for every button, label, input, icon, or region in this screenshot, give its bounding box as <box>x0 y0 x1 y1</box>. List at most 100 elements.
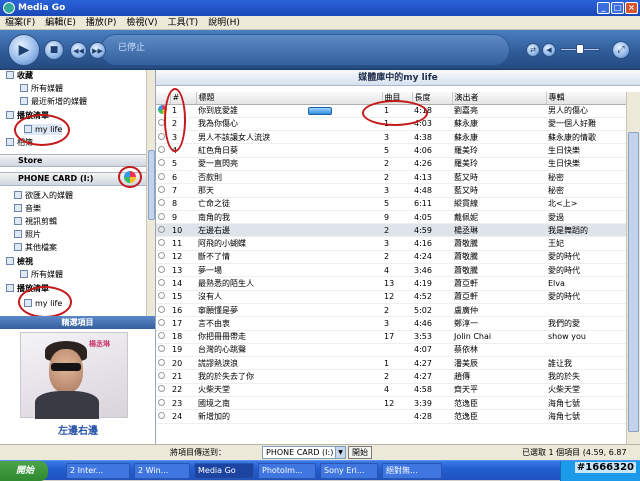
row-title: 夢一場 <box>196 263 382 278</box>
shuffle-button[interactable]: ⇄ <box>526 43 540 57</box>
fullscreen-button[interactable]: ⤢ <box>612 41 630 59</box>
tree-favorites[interactable]: 收藏 <box>6 70 33 81</box>
previous-button[interactable]: ◀◀ <box>70 42 87 59</box>
mute-button[interactable]: ◀ <box>542 43 556 57</box>
table-row[interactable]: 5 愛一直閃亮 2 4:26 羅美玲 生日快樂 <box>156 157 626 171</box>
table-row[interactable]: 9 南角的我 9 4:05 戴佩妮 愛過 <box>156 210 626 225</box>
table-row[interactable]: 21 我的於失去了你 2 4:27 趙傳 我的於失 <box>156 369 626 384</box>
menu-tools[interactable]: 工具(T) <box>163 16 204 30</box>
table-scroll-thumb[interactable] <box>628 132 639 432</box>
row-title: 我的於失去了你 <box>196 369 382 384</box>
menu-help[interactable]: 說明(H) <box>203 16 245 30</box>
annotation-circle-playlist <box>14 114 70 146</box>
table-row[interactable]: 3 男人不該讓女人流淚 3 4:38 蘇永康 蘇永康的情歌 <box>156 130 626 145</box>
close-button[interactable]: × <box>625 2 638 14</box>
tree-scroll-thumb[interactable] <box>148 150 155 220</box>
device-select[interactable]: PHONE CARD (I:) ▼ <box>262 446 346 459</box>
table-row[interactable]: 7 那天 3 4:48 藍又時 秘密 <box>156 183 626 198</box>
device-all-media[interactable]: 所有媒體 <box>20 269 63 280</box>
menu-play[interactable]: 播放(P) <box>81 16 121 30</box>
taskbar-item-4[interactable]: PhotoIm... <box>258 463 316 479</box>
row-track: 2 <box>382 170 412 185</box>
row-title: 寧願懂是夢 <box>196 303 382 318</box>
row-status-cell <box>156 396 170 411</box>
clock-icon <box>20 97 28 105</box>
row-status-cell <box>156 303 170 318</box>
taskbar-item-2[interactable]: 2 Win... <box>134 463 190 479</box>
table-row[interactable]: 11 阿飛的小蝴蝶 3 4:16 蕭敬騰 王妃 <box>156 236 626 251</box>
table-row[interactable]: 19 台灣的心跳聲 4:07 蔡依林 <box>156 343 626 358</box>
device-photos[interactable]: 照片 <box>14 229 41 240</box>
row-album: Elva <box>546 276 626 291</box>
status-circle-icon <box>158 212 165 220</box>
device-view[interactable]: 檢視 <box>6 256 33 267</box>
status-circle-icon <box>158 199 165 207</box>
row-length: 4:59 <box>412 223 452 238</box>
start-menu-button[interactable]: 開始 <box>0 461 48 481</box>
featured-album-title[interactable]: 左邊右邊 <box>0 422 156 437</box>
tree-all-media[interactable]: 所有媒體 <box>20 83 63 94</box>
album-cover[interactable]: 楊丞琳 <box>20 332 128 419</box>
taskbar-item-1[interactable]: 2 Inter... <box>66 463 130 479</box>
table-row[interactable]: 20 謊謬熱淚浪 1 4:27 潘美辰 誰让我 <box>156 356 626 371</box>
row-title: 那天 <box>196 183 382 198</box>
table-row[interactable]: 14 最熟悉的陌生人 13 4:19 蕭亞軒 Elva <box>156 276 626 291</box>
status-circle-icon <box>158 292 165 300</box>
start-transfer-button[interactable]: 開始 <box>348 446 372 459</box>
maximize-button[interactable]: □ <box>611 2 624 14</box>
table-row[interactable]: 4 紅色角日葵 5 4:06 羅美玲 生日快樂 <box>156 143 626 158</box>
table-row[interactable]: 23 國境之南 12 3:39 范逸臣 海角七號 <box>156 396 626 411</box>
next-button[interactable]: ▶▶ <box>89 42 106 59</box>
featured-header: 精選項目 <box>0 316 155 329</box>
row-album: 蘇永康的情歌 <box>546 130 626 145</box>
next-icon: ▶▶ <box>92 46 103 55</box>
table-row[interactable]: 18 你把冊冊帶走 17 3:53 Jolin Chai show you <box>156 330 626 344</box>
table-scrollbar[interactable] <box>626 92 640 444</box>
menu-view[interactable]: 檢視(V) <box>121 16 162 30</box>
row-artist: 趙傳 <box>452 369 546 384</box>
row-length: 4:38 <box>412 130 452 145</box>
row-status-cell <box>156 250 170 265</box>
tree-scrollbar[interactable] <box>146 70 155 316</box>
tree-recently-added[interactable]: 最近新增的媒體 <box>20 96 87 107</box>
column-header-5[interactable]: 演出者 <box>452 92 547 105</box>
table-row[interactable]: 6 否款則 2 4:13 藍又時 秘密 <box>156 170 626 185</box>
table-row[interactable]: 10 左邊右邊 2 4:59 楊丞琳 我是舞蹈的 <box>156 223 626 238</box>
menu-file[interactable]: 檔案(F) <box>0 16 40 30</box>
row-number: 20 <box>170 356 196 371</box>
speaker-icon: ◀ <box>546 46 552 54</box>
taskbar-item-5[interactable]: Sony Eri... <box>320 463 378 479</box>
table-row[interactable]: 16 寧願懂是夢 2 5:02 盧廣仲 <box>156 303 626 318</box>
column-header-2[interactable]: 標題 <box>196 92 383 105</box>
row-length: 4:07 <box>412 343 452 358</box>
row-status-cell <box>156 290 170 304</box>
taskbar-item-media-go[interactable]: Media Go <box>194 463 254 479</box>
device-music[interactable]: 音樂 <box>14 203 41 214</box>
play-button[interactable]: ▶ <box>8 34 40 66</box>
table-row[interactable]: 13 夢一場 4 3:46 蕭敬騰 愛的時代 <box>156 263 626 278</box>
file-icon <box>14 243 22 251</box>
status-circle-icon <box>158 345 165 353</box>
column-header-4[interactable]: 長度 <box>412 92 453 105</box>
row-length: 4:52 <box>412 290 452 304</box>
taskbar-item-6[interactable]: 絕對無... <box>382 463 442 479</box>
minimize-button[interactable]: _ <box>597 2 610 14</box>
table-row[interactable]: 12 斷不了情 2 4:24 蕭敬騰 愛的時代 <box>156 250 626 265</box>
playlist-icon <box>6 284 14 292</box>
cover-body <box>35 391 99 419</box>
volume-knob[interactable] <box>576 44 584 54</box>
device-other-files[interactable]: 其他檔案 <box>14 242 57 253</box>
table-row[interactable]: 15 沒有人 12 4:52 蕭亞軒 愛的時代 <box>156 290 626 304</box>
table-row[interactable]: 22 火柴天堂 4 4:58 齊天平 火柴天堂 <box>156 383 626 398</box>
table-row[interactable]: 24 新增加的 4:28 范逸臣 海角七號 <box>156 409 626 424</box>
store-section[interactable]: Store <box>0 154 155 167</box>
library-tree: 收藏 所有媒體 最近新增的媒體 播放清單 my life 相簿 Store PH… <box>0 70 156 316</box>
transfer-bar: 將項目傳送到： PHONE CARD (I:) ▼ 開始 已選取 1 個項目 (4… <box>0 444 640 469</box>
device-video[interactable]: 視訊剪輯 <box>14 216 57 227</box>
menu-edit[interactable]: 編輯(E) <box>40 16 81 30</box>
device-import-media[interactable]: 欲匯入的媒體 <box>14 190 73 201</box>
column-header-6[interactable]: 專輯 <box>546 92 627 105</box>
stop-button[interactable]: ■ <box>44 40 64 60</box>
table-row[interactable]: 17 言不由衷 3 4:46 鄭淳一 我們的愛 <box>156 316 626 331</box>
table-row[interactable]: 8 亡命之徒 5 6:11 縱貫線 北<上> <box>156 197 626 211</box>
